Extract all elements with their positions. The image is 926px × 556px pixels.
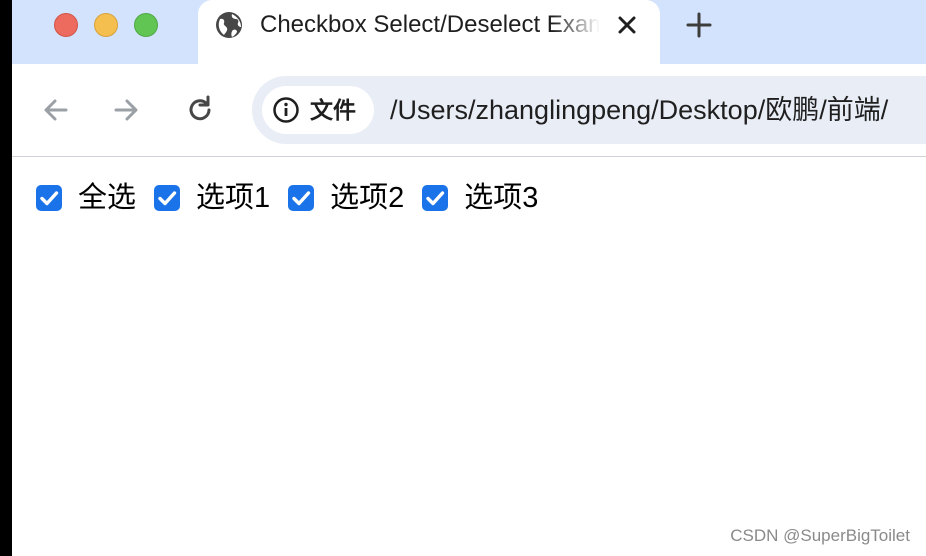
checkbox-label: 选项2 [330, 182, 405, 214]
address-bar[interactable]: 文件 /Users/zhanglingpeng/Desktop/欧鹏/前端/ [252, 76, 926, 144]
site-chip-label: 文件 [310, 97, 356, 123]
checkbox-option-2[interactable]: 选项2 [288, 181, 404, 215]
checkbox-label: 选项1 [196, 182, 271, 214]
checkbox-label: 选项3 [464, 182, 539, 214]
checkbox-checked-icon[interactable] [288, 185, 315, 211]
reload-icon[interactable] [184, 94, 216, 126]
checkbox-row: 全选 选项1 选项2 选项3 [36, 181, 556, 215]
active-tab[interactable]: Checkbox Select/Deselect Example [198, 0, 660, 64]
tab-title: Checkbox Select/Deselect Example [260, 11, 600, 38]
tab-strip: Checkbox Select/Deselect Example [12, 0, 926, 64]
checkbox-checked-icon[interactable] [422, 185, 449, 211]
browser-toolbar: 文件 /Users/zhanglingpeng/Desktop/欧鹏/前端/ [12, 64, 926, 156]
close-icon[interactable] [612, 10, 642, 40]
checkbox-select-all[interactable]: 全选 [36, 181, 136, 215]
checkbox-label: 全选 [78, 182, 137, 214]
back-arrow-icon[interactable] [40, 94, 72, 126]
minimize-window-button[interactable] [94, 13, 118, 37]
forward-arrow-icon[interactable] [110, 94, 142, 126]
info-icon [272, 96, 300, 124]
close-window-button[interactable] [54, 13, 78, 37]
checkbox-option-1[interactable]: 选项1 [154, 181, 270, 215]
zoom-window-button[interactable] [134, 13, 158, 37]
checkbox-checked-icon[interactable] [36, 185, 62, 211]
plus-icon[interactable] [684, 10, 714, 40]
browser-window: Checkbox Select/Deselect Example [12, 0, 926, 556]
globe-icon [214, 10, 244, 40]
checkbox-checked-icon[interactable] [154, 185, 181, 211]
checkbox-option-3[interactable]: 选项3 [422, 181, 538, 215]
url-text[interactable]: /Users/zhanglingpeng/Desktop/欧鹏/前端/ [390, 76, 888, 144]
watermark: CSDN @SuperBigToilet [730, 526, 910, 545]
page-content: 全选 选项1 选项2 选项3 CSDN @SuperBigToilet [12, 157, 926, 556]
site-info-chip[interactable]: 文件 [262, 86, 374, 134]
